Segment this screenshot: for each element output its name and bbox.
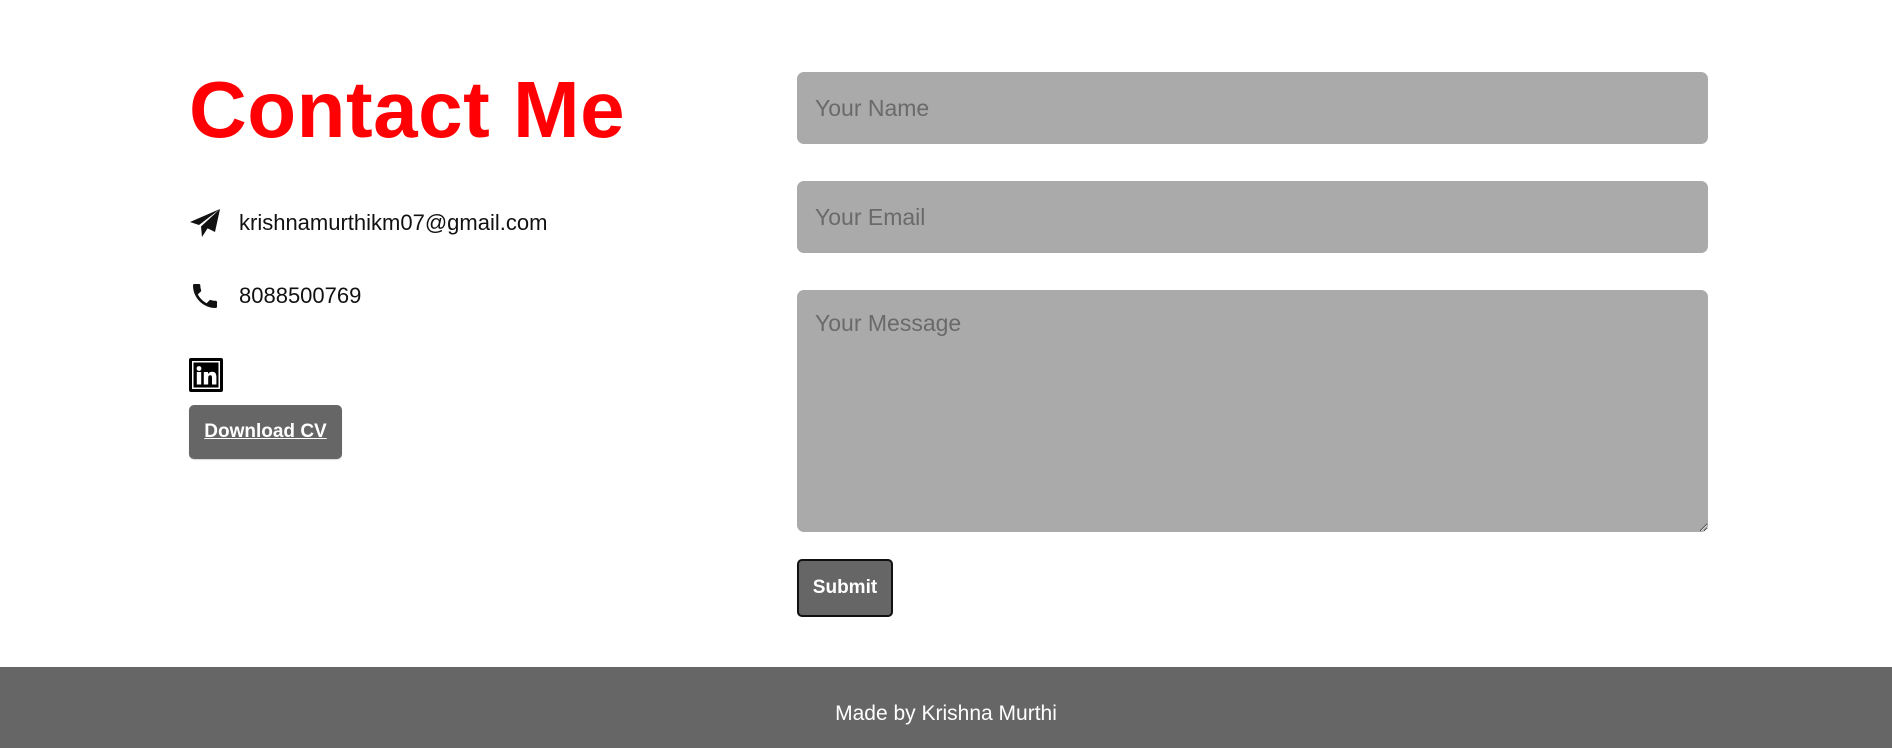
phone-row: 8088500769 [189, 278, 361, 314]
message-textarea[interactable] [797, 290, 1708, 532]
submit-button[interactable]: Submit [797, 559, 893, 617]
footer-text: Made by Krishna Murthi [835, 701, 1057, 725]
linkedin-icon[interactable] [189, 358, 223, 392]
name-input[interactable] [797, 72, 1708, 144]
email-text: krishnamurthikm07@gmail.com [239, 210, 548, 235]
paper-plane-icon [189, 207, 221, 239]
phone-icon [189, 280, 221, 312]
email-row: krishnamurthikm07@gmail.com [189, 205, 547, 241]
contact-section: Contact Me krishnamurthikm07@gmail.com 8… [0, 0, 1892, 667]
page-title: Contact Me [189, 65, 626, 154]
phone-text: 8088500769 [239, 283, 362, 308]
email-input[interactable] [797, 181, 1708, 253]
footer: Made by Krishna Murthi [0, 667, 1892, 748]
download-cv-button[interactable]: Download CV [189, 405, 342, 459]
